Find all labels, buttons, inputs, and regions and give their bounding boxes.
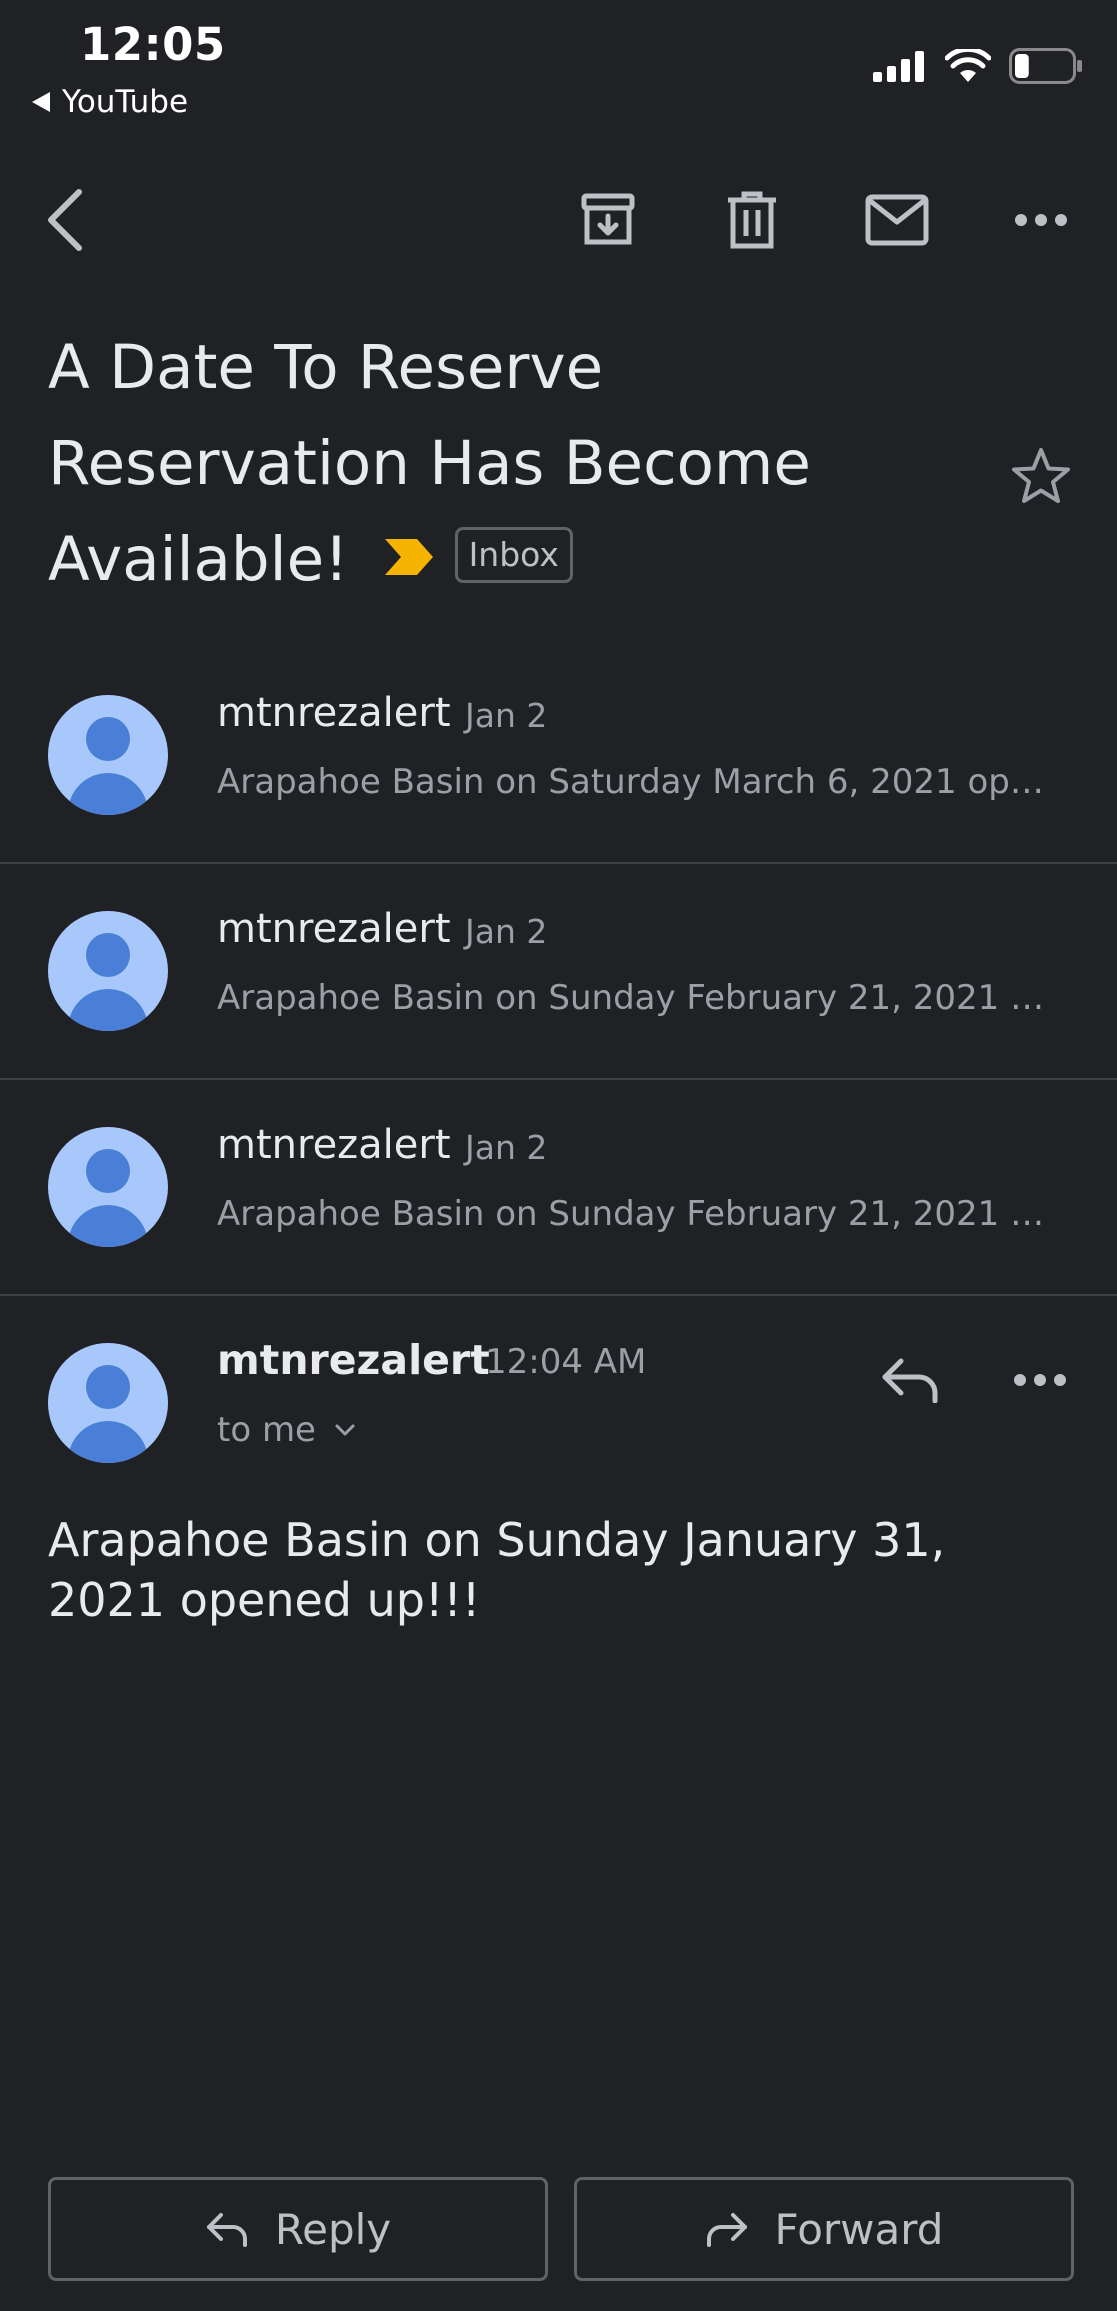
forward-button-label: Forward	[774, 2204, 944, 2254]
thread-message-row[interactable]: mtnrezalert Jan 2 Arapahoe Basin on Satu…	[0, 646, 1117, 864]
avatar	[48, 1127, 168, 1247]
thread-message-row[interactable]: mtnrezalert Jan 2 Arapahoe Basin on Sund…	[0, 1078, 1117, 1296]
message-more-button[interactable]	[1000, 1340, 1080, 1420]
more-horiz-icon	[1014, 1374, 1066, 1386]
back-to-app-link[interactable]: YouTube	[32, 84, 188, 120]
message-sender: mtnrezalert	[217, 906, 451, 952]
inbox-label-badge[interactable]: Inbox	[454, 527, 573, 584]
message-sender: mtnrezalert	[217, 1122, 451, 1168]
thread-message-row[interactable]: mtnrezalert Jan 2 Arapahoe Basin on Sund…	[0, 862, 1117, 1080]
message-date: Jan 2	[465, 696, 548, 735]
more-horiz-icon	[1015, 214, 1067, 226]
avatar[interactable]	[48, 1343, 168, 1463]
status-time: 12:05	[80, 18, 226, 71]
important-marker-icon[interactable]	[383, 509, 435, 605]
message-sender: mtnrezalert	[217, 690, 451, 736]
forward-button[interactable]: Forward	[574, 2177, 1074, 2281]
email-subject: A Date To Reserve Reservation Has Become…	[48, 320, 968, 611]
reply-icon	[882, 1358, 938, 1403]
cellular-signal-icon	[873, 51, 924, 82]
reply-button[interactable]: Reply	[48, 2177, 548, 2281]
message-date: Jan 2	[465, 912, 548, 951]
chevron-down-icon	[335, 1424, 355, 1436]
status-icons	[873, 48, 1083, 84]
more-options-button[interactable]	[1001, 180, 1081, 260]
expanded-message-sender: mtnrezalert	[217, 1336, 490, 1384]
avatar	[48, 695, 168, 815]
avatar	[48, 911, 168, 1031]
recipient-details-toggle[interactable]: to me	[217, 1410, 356, 1450]
battery-icon	[1009, 48, 1082, 84]
back-app-label: YouTube	[62, 84, 189, 120]
wifi-icon	[945, 49, 991, 82]
recipient-label: to me	[217, 1410, 316, 1450]
message-body: Arapahoe Basin on Sunday January 31, 202…	[48, 1513, 946, 1627]
delete-button[interactable]	[712, 180, 792, 260]
reply-icon-button[interactable]	[870, 1340, 950, 1420]
message-date: Jan 2	[465, 1128, 548, 1167]
star-icon	[1012, 448, 1070, 503]
mark-unread-button[interactable]	[857, 180, 937, 260]
chevron-left-icon	[48, 189, 82, 251]
back-triangle-icon	[32, 92, 50, 112]
reply-button-label: Reply	[274, 2204, 392, 2254]
archive-button[interactable]	[568, 180, 648, 260]
forward-icon	[706, 2213, 747, 2247]
message-snippet: Arapahoe Basin on Sunday February 21, 20…	[217, 978, 1047, 1018]
message-snippet: Arapahoe Basin on Saturday March 6, 2021…	[217, 762, 1047, 802]
message-snippet: Arapahoe Basin on Sunday February 21, 20…	[217, 1194, 1047, 1234]
expanded-message-time: 12:04 AM	[485, 1342, 647, 1382]
mail-icon	[865, 194, 929, 246]
trash-icon	[728, 191, 776, 249]
archive-icon	[581, 193, 635, 245]
star-button[interactable]	[1003, 438, 1079, 514]
back-button[interactable]	[25, 180, 105, 260]
reply-icon	[206, 2213, 247, 2247]
